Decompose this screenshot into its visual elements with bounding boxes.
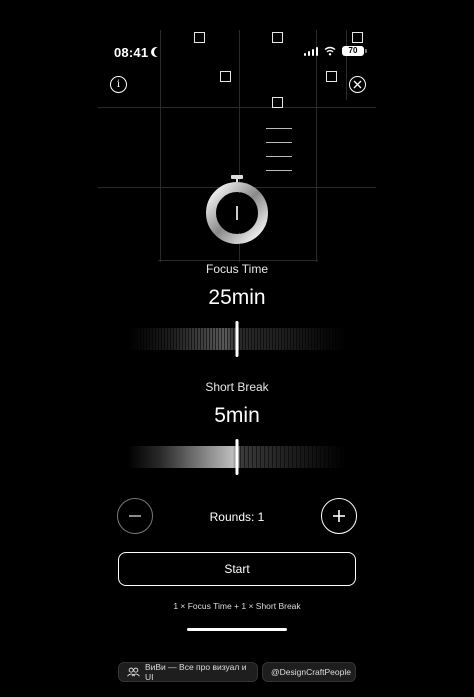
focus-slider-thumb[interactable] xyxy=(235,321,239,357)
grid-line xyxy=(158,260,318,261)
plus-icon xyxy=(333,510,345,522)
short-break-value: 5min xyxy=(214,404,260,427)
short-break-slider[interactable] xyxy=(128,439,346,479)
grid-square xyxy=(352,32,363,43)
status-time: 08:41 xyxy=(114,45,149,60)
signal-icon xyxy=(303,46,318,56)
close-icon[interactable] xyxy=(349,76,366,93)
battery-icon: 70 xyxy=(342,46,367,56)
short-break-label: Short Break xyxy=(205,380,269,394)
grid-square xyxy=(194,32,205,43)
footer-channel-chip[interactable]: ВиВи — Все про визуал и UI xyxy=(118,662,258,682)
plus-button[interactable] xyxy=(321,498,357,534)
phone-screen: 08:41 70 i Focus Time 25min Short Break … xyxy=(98,30,376,640)
start-button[interactable]: Start xyxy=(118,552,356,586)
footer-handle-chip[interactable]: @DesignCraftPeople xyxy=(262,662,356,682)
focus-value: 25min xyxy=(208,286,266,309)
info-icon[interactable]: i xyxy=(110,76,127,93)
short-break-slider-thumb[interactable] xyxy=(235,439,239,475)
grid-line xyxy=(316,30,317,262)
status-indicators: 70 xyxy=(303,46,367,56)
dash-marks xyxy=(266,128,292,184)
grid-square xyxy=(272,32,283,43)
people-icon xyxy=(127,667,140,677)
session-summary: 1 × Focus Time + 1 × Short Break xyxy=(173,601,301,611)
focus-slider[interactable] xyxy=(128,321,346,361)
timer-icon xyxy=(206,175,268,244)
focus-label: Focus Time xyxy=(205,262,268,276)
moon-icon xyxy=(154,47,164,57)
page: 08:41 70 i Focus Time 25min Short Break … xyxy=(0,0,474,697)
grid-square xyxy=(326,71,337,82)
grid-square xyxy=(220,71,231,82)
home-indicator[interactable] xyxy=(187,628,287,631)
grid-line xyxy=(346,30,347,100)
grid-line xyxy=(160,30,161,262)
footer-handle-text: @DesignCraftPeople xyxy=(271,667,351,677)
grid-line xyxy=(98,107,376,108)
grid-square xyxy=(272,97,283,108)
wifi-icon xyxy=(324,46,336,56)
footer-channel-text: ВиВи — Все про визуал и UI xyxy=(144,662,247,682)
